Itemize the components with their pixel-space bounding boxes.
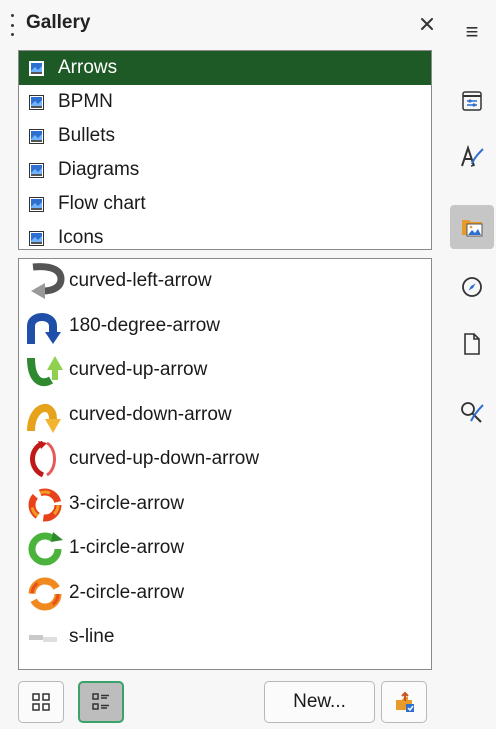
deck-header: Gallery: [0, 0, 446, 50]
theme-item[interactable]: Diagrams: [19, 153, 431, 187]
curved-left-arrow-icon: [31, 263, 65, 300]
theme-item[interactable]: Bullets: [19, 119, 431, 153]
theme-properties-icon: [396, 691, 414, 712]
tab-page[interactable]: [450, 322, 494, 366]
sliders-icon: [462, 91, 482, 111]
gallery-item-label: curved-down-arrow: [69, 403, 232, 425]
gallery-item[interactable]: curved-down-arrow: [19, 393, 431, 438]
theme-label: Diagrams: [58, 159, 140, 180]
theme-properties-button[interactable]: [381, 681, 427, 723]
gallery-bottom-bar: New...: [0, 676, 446, 729]
180-degree-arrow-icon: [27, 312, 61, 344]
gallery-folder-icon: [462, 220, 483, 237]
tab-style-inspector[interactable]: [450, 390, 494, 434]
theme-image-icon: [29, 60, 44, 76]
s-line-icon: [29, 635, 57, 643]
sidebar-menu-button[interactable]: ≡: [450, 10, 494, 54]
curved-up-down-arrow-icon: [30, 440, 56, 478]
compass-icon: [462, 277, 482, 297]
detail-view-icon: [92, 693, 109, 710]
gallery-item[interactable]: s-line: [19, 615, 431, 660]
gallery-item-label: 180-degree-arrow: [69, 314, 221, 336]
theme-label: Bullets: [58, 125, 116, 146]
page-icon: [464, 333, 480, 355]
theme-label: Arrows: [58, 57, 118, 78]
close-icon: [421, 18, 433, 30]
icon-view-button[interactable]: [18, 681, 64, 723]
3-circle-arrow-icon: [28, 488, 62, 522]
tab-gallery[interactable]: [450, 205, 494, 249]
new-theme-button[interactable]: New...: [264, 681, 375, 723]
close-deck-button[interactable]: [413, 10, 441, 38]
gallery-item[interactable]: curved-left-arrow: [19, 259, 431, 304]
gallery-item-label: 1-circle-arrow: [69, 537, 185, 559]
2-circle-arrow-icon: [28, 577, 62, 611]
theme-image-icon: [29, 128, 44, 144]
gallery-item[interactable]: curved-up-arrow: [19, 348, 431, 393]
gallery-item[interactable]: 180-degree-arrow: [19, 304, 431, 349]
theme-image-icon: [29, 196, 44, 212]
gallery-item[interactable]: 1-circle-arrow: [19, 526, 431, 571]
gallery-item[interactable]: curved-up-down-arrow: [19, 437, 431, 482]
gallery-item-label: curved-left-arrow: [69, 270, 212, 292]
detail-view-button[interactable]: [78, 681, 124, 723]
hamburger-menu-icon: ≡: [465, 19, 479, 44]
icon-view-icon: [32, 693, 50, 711]
gallery-item-label: 3-circle-arrow: [69, 492, 185, 514]
tab-properties[interactable]: [450, 79, 494, 123]
theme-item[interactable]: BPMN: [19, 85, 431, 119]
gallery-item-list[interactable]: curved-left-arrow 180-degree-arrow curved-…: [18, 258, 432, 670]
gallery-item-label: curved-up-arrow: [69, 359, 208, 381]
theme-label: BPMN: [58, 91, 113, 112]
theme-label: Icons: [58, 227, 104, 248]
gallery-item-label: s-line: [69, 626, 115, 648]
theme-item[interactable]: Icons: [19, 221, 431, 249]
gallery-deck: Gallery Arrows BPMN Bullets Diagrams Flow ch…: [0, 0, 446, 729]
deck-title: Gallery: [26, 12, 91, 33]
gallery-item-label: curved-up-down-arrow: [69, 448, 260, 470]
theme-list[interactable]: Arrows BPMN Bullets Diagrams Flow chart Icons: [18, 50, 432, 250]
theme-label: Flow chart: [58, 193, 146, 214]
drag-handle-icon[interactable]: [11, 14, 15, 36]
curved-up-arrow-icon: [27, 356, 63, 387]
theme-image-icon: [29, 162, 44, 178]
1-circle-arrow-icon: [28, 532, 63, 566]
styles-brush-icon: [461, 144, 484, 167]
sidebar-tab-bar: ≡: [448, 0, 496, 729]
tab-styles[interactable]: [450, 135, 494, 179]
inspector-icon: [461, 402, 484, 423]
gallery-item[interactable]: 3-circle-arrow: [19, 482, 431, 527]
theme-item[interactable]: Arrows: [19, 51, 431, 85]
theme-item[interactable]: Flow chart: [19, 187, 431, 221]
tab-navigator[interactable]: [450, 265, 494, 309]
theme-image-icon: [29, 94, 44, 110]
curved-down-arrow-icon: [27, 403, 61, 433]
gallery-item[interactable]: 2-circle-arrow: [19, 571, 431, 616]
theme-image-icon: [29, 230, 44, 246]
gallery-item-label: 2-circle-arrow: [69, 581, 185, 603]
